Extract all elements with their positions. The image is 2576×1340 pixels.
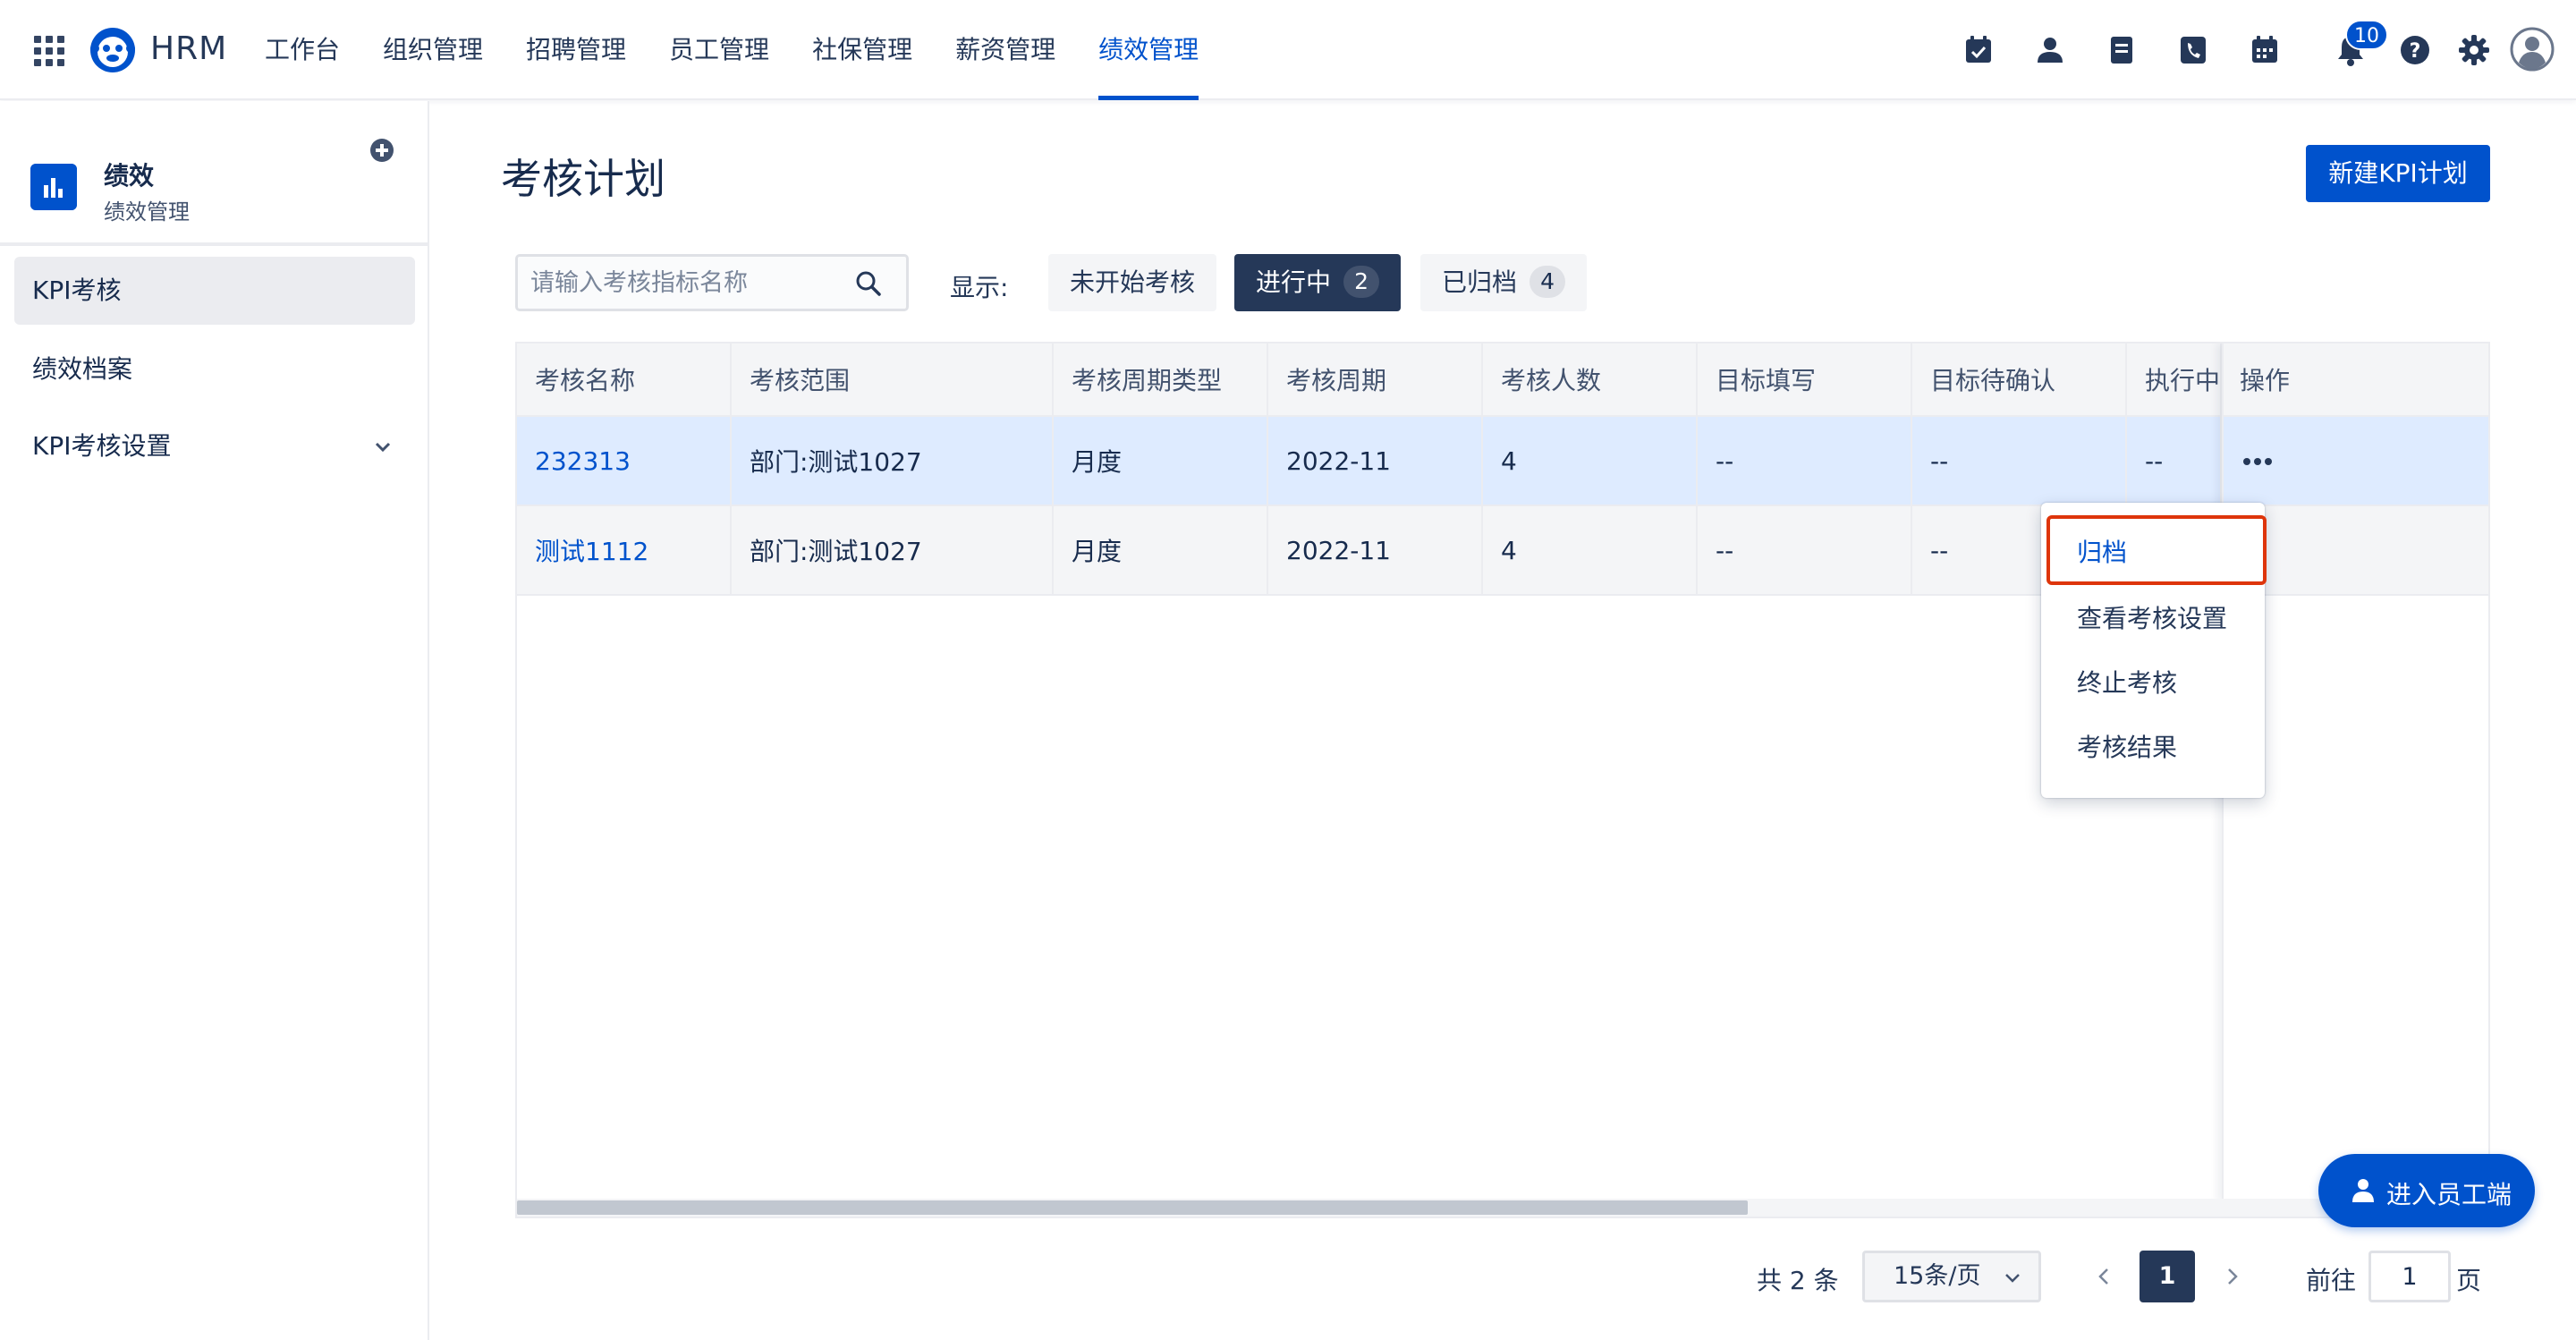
- column-header[interactable]: 考核人数: [1483, 343, 1698, 415]
- chevron-down-icon: [375, 442, 391, 453]
- filter-label: 未开始考核: [1070, 267, 1196, 297]
- column-header[interactable]: 目标待确认: [1912, 343, 2127, 415]
- table-header-row: 考核名称 考核范围 考核周期类型 考核周期 考核人数 目标填写 目标待确认 执行…: [517, 343, 2488, 417]
- row-actions-menu: 归档 查看考核设置 终止考核 考核结果: [2041, 503, 2265, 798]
- app-launcher-icon[interactable]: [34, 36, 64, 66]
- filter-label: 已归档: [1442, 267, 1518, 297]
- goto-prefix: 前往: [2306, 1266, 2357, 1295]
- sidebar-item-performance-archive[interactable]: 绩效档案: [14, 335, 415, 403]
- gear-icon[interactable]: [2456, 32, 2492, 68]
- person-icon: [2352, 1179, 2374, 1202]
- table-cell: 2022-11: [1268, 506, 1483, 594]
- goto-page-input[interactable]: [2368, 1251, 2451, 1302]
- employee-portal-button[interactable]: 进入员工端: [2318, 1154, 2535, 1227]
- column-header[interactable]: 考核范围: [732, 343, 1054, 415]
- plan-name-link[interactable]: 测试1112: [535, 532, 648, 568]
- column-header[interactable]: 执行中: [2127, 343, 2222, 415]
- table-cell: 4: [1483, 417, 1698, 505]
- app-root: HRM 工作台 组织管理 招聘管理 员工管理 社保管理 薪资管理 绩效管理 10…: [0, 0, 2576, 1340]
- search-box: [515, 254, 909, 311]
- scrollbar-thumb[interactable]: [517, 1200, 1748, 1215]
- prev-page-icon[interactable]: [2091, 1263, 2118, 1290]
- search-input[interactable]: [530, 257, 852, 309]
- filter-count-badge: 2: [1343, 266, 1380, 298]
- nav-employee[interactable]: 员工管理: [669, 0, 769, 100]
- user-avatar-icon[interactable]: [2510, 27, 2555, 72]
- current-page-button[interactable]: 1: [2140, 1251, 2195, 1302]
- column-header[interactable]: 目标填写: [1698, 343, 1912, 415]
- total-count: 共 2 条: [1757, 1266, 1839, 1295]
- horizontal-scrollbar[interactable]: [517, 1199, 2488, 1217]
- table-cell: --: [1698, 506, 1912, 594]
- calendar-check-icon[interactable]: [1961, 32, 1996, 68]
- monkey-logo-icon: [90, 28, 135, 72]
- search-icon[interactable]: [854, 269, 883, 298]
- sidebar-divider: [0, 242, 428, 246]
- sidebar-item-label: KPI考核设置: [32, 431, 172, 461]
- menu-item-archive[interactable]: 归档: [2041, 521, 2265, 585]
- filter-archived[interactable]: 已归档 4: [1420, 254, 1588, 311]
- filter-label: 进行中: [1256, 267, 1332, 297]
- column-header: 操作: [2240, 366, 2291, 395]
- sidebar-item-kpi-review[interactable]: KPI考核: [14, 257, 415, 325]
- page-title: 考核计划: [501, 155, 665, 203]
- new-kpi-plan-button[interactable]: 新建KPI计划: [2306, 145, 2490, 202]
- display-label: 显示:: [950, 273, 1009, 302]
- sidebar: 绩效 绩效管理 KPI考核 绩效档案 KPI考核设置: [0, 101, 429, 1340]
- nav-recruitment[interactable]: 招聘管理: [526, 0, 626, 100]
- column-header[interactable]: 考核周期类型: [1054, 343, 1268, 415]
- table-cell: --: [1698, 417, 1912, 505]
- table-cell: 部门:测试1027: [732, 417, 1054, 505]
- table-cell: --: [2127, 417, 2222, 505]
- table-cell: 测试1112: [517, 506, 732, 594]
- sidebar-item-kpi-settings[interactable]: KPI考核设置: [14, 412, 415, 480]
- table-cell: 月度: [1054, 417, 1268, 505]
- table-cell: 2022-11: [1268, 417, 1483, 505]
- nav-workbench[interactable]: 工作台: [265, 0, 340, 100]
- goto-suffix: 页: [2456, 1266, 2482, 1295]
- bar-chart-icon: [30, 164, 77, 210]
- menu-item-results[interactable]: 考核结果: [2041, 716, 2265, 780]
- more-actions-icon[interactable]: [2240, 451, 2275, 472]
- menu-item-terminate[interactable]: 终止考核: [2041, 651, 2265, 716]
- table-row[interactable]: 232313 部门:测试1027 月度 2022-11 4 -- -- --: [517, 417, 2488, 506]
- add-circle-icon[interactable]: [369, 137, 395, 164]
- table-cell: 232313: [517, 417, 732, 505]
- nav-performance[interactable]: 绩效管理: [1098, 0, 1199, 100]
- calendar-icon[interactable]: [2247, 32, 2283, 68]
- employee-portal-label: 进入员工端: [2386, 1180, 2512, 1209]
- next-page-icon[interactable]: [2218, 1263, 2245, 1290]
- menu-item-view-settings[interactable]: 查看考核设置: [2041, 587, 2265, 651]
- page-size-select[interactable]: 15条/页: [1862, 1251, 2041, 1302]
- table-cell: 部门:测试1027: [732, 506, 1054, 594]
- filter-in-progress[interactable]: 进行中 2: [1234, 254, 1402, 311]
- person-icon[interactable]: [2032, 32, 2068, 68]
- filter-not-started[interactable]: 未开始考核: [1048, 254, 1217, 311]
- column-header[interactable]: 考核名称: [517, 343, 732, 415]
- table-cell: 4: [1483, 506, 1698, 594]
- nav-social-security[interactable]: 社保管理: [812, 0, 912, 100]
- brand-name: HRM: [150, 30, 228, 67]
- notification-badge: 10: [2345, 20, 2388, 50]
- nav-salary[interactable]: 薪资管理: [955, 0, 1055, 100]
- top-bar: HRM 工作台 组织管理 招聘管理 员工管理 社保管理 薪资管理 绩效管理 10…: [0, 0, 2576, 100]
- module-subtitle: 绩效管理: [104, 199, 190, 225]
- svg-text:?: ?: [2410, 40, 2421, 63]
- plan-name-link[interactable]: 232313: [535, 446, 631, 476]
- main-nav: 工作台 组织管理 招聘管理 员工管理 社保管理 薪资管理 绩效管理: [265, 0, 1241, 100]
- chevron-down-icon: [2005, 1274, 2020, 1283]
- nav-organization[interactable]: 组织管理: [383, 0, 483, 100]
- filter-count-badge: 4: [1530, 266, 1566, 298]
- phone-icon[interactable]: [2175, 32, 2211, 68]
- help-icon[interactable]: ?: [2397, 32, 2433, 68]
- column-header[interactable]: 考核周期: [1268, 343, 1483, 415]
- module-title: 绩效: [104, 161, 155, 191]
- table-cell: 月度: [1054, 506, 1268, 594]
- document-icon[interactable]: [2104, 32, 2140, 68]
- table-cell: --: [1912, 417, 2127, 505]
- page-size-value: 15条/页: [1894, 1262, 1981, 1290]
